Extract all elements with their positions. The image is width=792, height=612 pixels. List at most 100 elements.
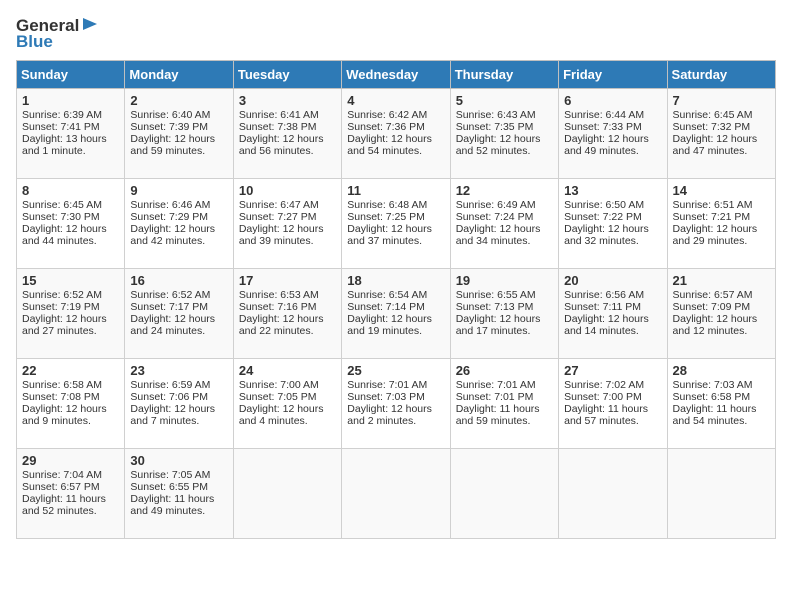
- sunrise: Sunrise: 6:53 AM: [239, 289, 319, 301]
- day-number: 12: [456, 183, 553, 198]
- week-row-5: 29Sunrise: 7:04 AMSunset: 6:57 PMDayligh…: [17, 449, 776, 539]
- header-saturday: Saturday: [667, 61, 775, 89]
- day-number: 10: [239, 183, 336, 198]
- logo-triangle-icon: [79, 16, 99, 36]
- sunrise: Sunrise: 6:46 AM: [130, 199, 210, 211]
- day-cell: [342, 449, 450, 539]
- logo: General Blue: [16, 16, 99, 52]
- day-number: 17: [239, 273, 336, 288]
- day-cell: 11Sunrise: 6:48 AMSunset: 7:25 PMDayligh…: [342, 179, 450, 269]
- day-cell: 1Sunrise: 6:39 AMSunset: 7:41 PMDaylight…: [17, 89, 125, 179]
- daylight-label: Daylight: 12 hours and 17 minutes.: [456, 313, 541, 337]
- day-number: 13: [564, 183, 661, 198]
- daylight-label: Daylight: 12 hours and 47 minutes.: [673, 133, 758, 157]
- daylight-label: Daylight: 12 hours and 44 minutes.: [22, 223, 107, 247]
- sunrise: Sunrise: 6:41 AM: [239, 109, 319, 121]
- daylight-label: Daylight: 12 hours and 9 minutes.: [22, 403, 107, 427]
- daylight-label: Daylight: 12 hours and 29 minutes.: [673, 223, 758, 247]
- sunset: Sunset: 7:35 PM: [456, 121, 534, 133]
- header-thursday: Thursday: [450, 61, 558, 89]
- sunset: Sunset: 7:03 PM: [347, 391, 425, 403]
- day-cell: 4Sunrise: 6:42 AMSunset: 7:36 PMDaylight…: [342, 89, 450, 179]
- day-cell: 3Sunrise: 6:41 AMSunset: 7:38 PMDaylight…: [233, 89, 341, 179]
- day-cell: [667, 449, 775, 539]
- day-cell: 18Sunrise: 6:54 AMSunset: 7:14 PMDayligh…: [342, 269, 450, 359]
- sunset: Sunset: 7:41 PM: [22, 121, 100, 133]
- sunrise: Sunrise: 6:47 AM: [239, 199, 319, 211]
- sunset: Sunset: 7:30 PM: [22, 211, 100, 223]
- day-number: 16: [130, 273, 227, 288]
- sunrise: Sunrise: 7:02 AM: [564, 379, 644, 391]
- header-sunday: Sunday: [17, 61, 125, 89]
- day-cell: 10Sunrise: 6:47 AMSunset: 7:27 PMDayligh…: [233, 179, 341, 269]
- day-number: 5: [456, 93, 553, 108]
- header-monday: Monday: [125, 61, 233, 89]
- sunset: Sunset: 7:05 PM: [239, 391, 317, 403]
- day-cell: 30Sunrise: 7:05 AMSunset: 6:55 PMDayligh…: [125, 449, 233, 539]
- day-cell: [450, 449, 558, 539]
- daylight-label: Daylight: 12 hours and 59 minutes.: [130, 133, 215, 157]
- daylight-label: Daylight: 12 hours and 34 minutes.: [456, 223, 541, 247]
- day-number: 19: [456, 273, 553, 288]
- sunrise: Sunrise: 6:50 AM: [564, 199, 644, 211]
- daylight-label: Daylight: 12 hours and 56 minutes.: [239, 133, 324, 157]
- sunrise: Sunrise: 6:44 AM: [564, 109, 644, 121]
- daylight-label: Daylight: 11 hours and 52 minutes.: [22, 493, 106, 517]
- day-number: 8: [22, 183, 119, 198]
- day-cell: 19Sunrise: 6:55 AMSunset: 7:13 PMDayligh…: [450, 269, 558, 359]
- sunset: Sunset: 7:17 PM: [130, 301, 208, 313]
- logo-blue: Blue: [16, 32, 53, 52]
- daylight-label: Daylight: 11 hours and 54 minutes.: [673, 403, 757, 427]
- sunset: Sunset: 7:25 PM: [347, 211, 425, 223]
- sunset: Sunset: 7:21 PM: [673, 211, 751, 223]
- sunrise: Sunrise: 6:56 AM: [564, 289, 644, 301]
- daylight-label: Daylight: 12 hours and 22 minutes.: [239, 313, 324, 337]
- day-number: 20: [564, 273, 661, 288]
- day-number: 28: [673, 363, 770, 378]
- daylight-label: Daylight: 12 hours and 49 minutes.: [564, 133, 649, 157]
- sunrise: Sunrise: 7:03 AM: [673, 379, 753, 391]
- daylight-label: Daylight: 12 hours and 7 minutes.: [130, 403, 215, 427]
- sunset: Sunset: 7:08 PM: [22, 391, 100, 403]
- sunrise: Sunrise: 7:05 AM: [130, 469, 210, 481]
- calendar-table: SundayMondayTuesdayWednesdayThursdayFrid…: [16, 60, 776, 539]
- sunset: Sunset: 7:01 PM: [456, 391, 534, 403]
- week-row-4: 22Sunrise: 6:58 AMSunset: 7:08 PMDayligh…: [17, 359, 776, 449]
- header-row: SundayMondayTuesdayWednesdayThursdayFrid…: [17, 61, 776, 89]
- sunrise: Sunrise: 6:42 AM: [347, 109, 427, 121]
- day-number: 3: [239, 93, 336, 108]
- header-wednesday: Wednesday: [342, 61, 450, 89]
- sunrise: Sunrise: 6:55 AM: [456, 289, 536, 301]
- sunset: Sunset: 7:09 PM: [673, 301, 751, 313]
- day-number: 25: [347, 363, 444, 378]
- day-number: 1: [22, 93, 119, 108]
- sunrise: Sunrise: 6:54 AM: [347, 289, 427, 301]
- sunrise: Sunrise: 7:01 AM: [456, 379, 536, 391]
- day-number: 7: [673, 93, 770, 108]
- sunset: Sunset: 7:06 PM: [130, 391, 208, 403]
- sunrise: Sunrise: 6:45 AM: [22, 199, 102, 211]
- sunset: Sunset: 7:19 PM: [22, 301, 100, 313]
- sunset: Sunset: 7:29 PM: [130, 211, 208, 223]
- sunrise: Sunrise: 7:04 AM: [22, 469, 102, 481]
- sunset: Sunset: 7:13 PM: [456, 301, 534, 313]
- day-number: 2: [130, 93, 227, 108]
- day-number: 18: [347, 273, 444, 288]
- day-number: 22: [22, 363, 119, 378]
- daylight-label: Daylight: 12 hours and 39 minutes.: [239, 223, 324, 247]
- sunrise: Sunrise: 7:00 AM: [239, 379, 319, 391]
- sunset: Sunset: 7:33 PM: [564, 121, 642, 133]
- daylight-label: Daylight: 12 hours and 27 minutes.: [22, 313, 107, 337]
- day-cell: 16Sunrise: 6:52 AMSunset: 7:17 PMDayligh…: [125, 269, 233, 359]
- sunset: Sunset: 7:22 PM: [564, 211, 642, 223]
- day-cell: 25Sunrise: 7:01 AMSunset: 7:03 PMDayligh…: [342, 359, 450, 449]
- header-tuesday: Tuesday: [233, 61, 341, 89]
- day-cell: 27Sunrise: 7:02 AMSunset: 7:00 PMDayligh…: [559, 359, 667, 449]
- daylight-label: Daylight: 11 hours and 57 minutes.: [564, 403, 648, 427]
- day-cell: 29Sunrise: 7:04 AMSunset: 6:57 PMDayligh…: [17, 449, 125, 539]
- sunrise: Sunrise: 7:01 AM: [347, 379, 427, 391]
- day-cell: 24Sunrise: 7:00 AMSunset: 7:05 PMDayligh…: [233, 359, 341, 449]
- day-cell: 17Sunrise: 6:53 AMSunset: 7:16 PMDayligh…: [233, 269, 341, 359]
- day-number: 26: [456, 363, 553, 378]
- day-cell: 23Sunrise: 6:59 AMSunset: 7:06 PMDayligh…: [125, 359, 233, 449]
